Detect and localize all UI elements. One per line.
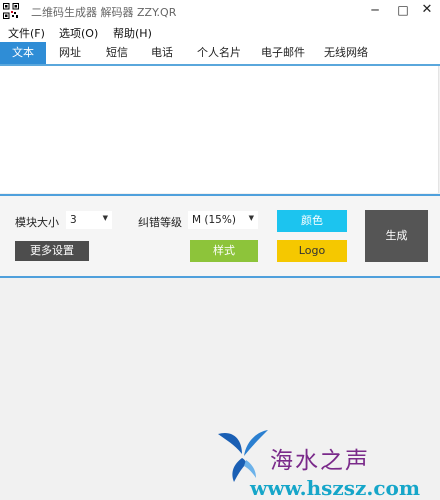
menu-options[interactable]: 选项(O) [59, 25, 98, 41]
menu-bar: 文件(F) 选项(O) 帮助(H) [0, 22, 440, 42]
color-button[interactable]: 颜色 [277, 210, 347, 232]
watermark-logo-icon [218, 430, 268, 482]
tab-phone[interactable]: 电话 [144, 42, 180, 64]
window-title: 二维码生成器 解码器 ZZY.QR [31, 6, 177, 19]
content-text-area[interactable] [0, 66, 439, 193]
error-level-label: 纠错等级 [138, 216, 182, 229]
close-button[interactable]: ✕ [412, 0, 440, 22]
more-settings-button[interactable]: 更多设置 [15, 241, 89, 261]
caret-down-icon: ▼ [102, 214, 108, 222]
tab-sms[interactable]: 短信 [99, 42, 135, 64]
tab-bar: 文本 网址 短信 电话 个人名片 电子邮件 无线网络 [0, 42, 440, 66]
module-size-label: 模块大小 [15, 216, 59, 229]
tab-url[interactable]: 网址 [52, 42, 88, 64]
caret-down-icon: ▼ [248, 214, 254, 222]
menu-file[interactable]: 文件(F) [8, 25, 45, 41]
minimize-button[interactable]: ─ [360, 0, 390, 22]
style-button[interactable]: 样式 [190, 240, 258, 262]
tab-text[interactable]: 文本 [0, 42, 46, 64]
generate-button[interactable]: 生成 [365, 210, 428, 262]
tab-email[interactable]: 电子邮件 [255, 42, 311, 64]
module-size-select[interactable]: 3 ▼ [66, 211, 112, 229]
qr-code-icon [3, 3, 19, 19]
menu-help[interactable]: 帮助(H) [113, 25, 152, 41]
logo-button[interactable]: Logo [277, 240, 347, 262]
title-bar: 二维码生成器 解码器 ZZY.QR ─ □ ✕ [0, 0, 440, 22]
watermark-text: 海水之声 [270, 448, 370, 474]
error-level-value: M (15%) [192, 214, 236, 226]
tab-vcard[interactable]: 个人名片 [192, 42, 246, 64]
controls-panel: 模块大小 3 ▼ 纠错等级 M (15%) ▼ 颜色 生成 更多设置 样式 Lo… [0, 194, 440, 278]
watermark-url: www.hszsz.com [250, 476, 421, 500]
module-size-value: 3 [70, 214, 77, 226]
tab-wifi[interactable]: 无线网络 [318, 42, 374, 64]
error-level-select[interactable]: M (15%) ▼ [188, 211, 258, 229]
